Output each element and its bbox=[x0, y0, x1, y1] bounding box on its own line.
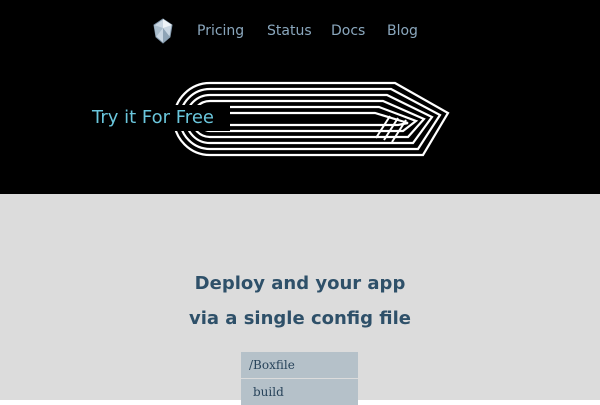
nav-link-docs[interactable]: Docs bbox=[331, 22, 365, 40]
code-line-boxfile: /Boxfile bbox=[241, 352, 358, 378]
try-free-label[interactable]: Try it For Free bbox=[76, 105, 230, 131]
nav-link-pricing[interactable]: Pricing bbox=[197, 22, 244, 40]
code-line-build: build bbox=[241, 379, 358, 405]
headline-line-2: via a single config file bbox=[188, 308, 412, 329]
site-header: Pricing Status Docs Blog Try it For Free bbox=[0, 0, 600, 194]
nav-link-status[interactable]: Status bbox=[267, 22, 312, 40]
nav-link-blog[interactable]: Blog bbox=[387, 22, 418, 40]
headline-line-1: Deploy and your app bbox=[194, 273, 406, 294]
gem-logo-icon[interactable] bbox=[152, 18, 174, 44]
main-section: Deploy and your app via a single config … bbox=[0, 194, 600, 405]
